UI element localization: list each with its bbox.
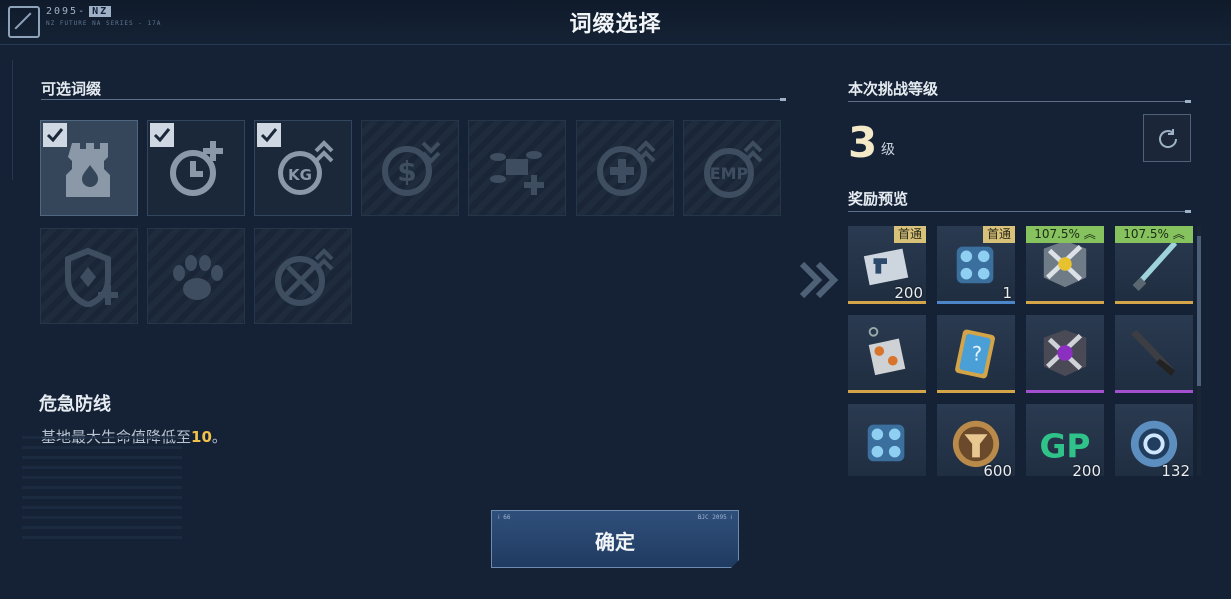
knife-icon bbox=[1132, 240, 1178, 291]
double-chevron-up-icon: ︽ bbox=[1083, 227, 1096, 241]
mystery-card-icon: ? bbox=[955, 329, 995, 379]
confirm-label: 确定 bbox=[595, 530, 635, 554]
rarity-bar bbox=[1026, 390, 1104, 393]
affix-detail-value: 10 bbox=[191, 428, 212, 446]
emp-up-icon: EMP bbox=[704, 140, 763, 198]
reward-count: 600 bbox=[983, 462, 1012, 476]
level-section-divider bbox=[848, 100, 1191, 103]
affix-slot-heal[interactable] bbox=[576, 120, 674, 216]
weight-up-icon: KG bbox=[278, 140, 334, 195]
confirm-button[interactable]: ⅰ 66 BJC 2095 ⅰ 确定 bbox=[491, 510, 739, 568]
affix-slot-clock-plus[interactable] bbox=[147, 120, 245, 216]
reward-item[interactable]: 107.5% ︽ bbox=[1026, 226, 1104, 304]
purple-knife-icon bbox=[1130, 329, 1176, 377]
affix-slot-weight[interactable]: KG bbox=[254, 120, 352, 216]
page-title: 词缀选择 bbox=[569, 12, 662, 37]
rewards-section-title: 奖励预览 bbox=[848, 190, 909, 208]
refresh-icon bbox=[1159, 129, 1178, 148]
rewards-section-divider bbox=[848, 210, 1191, 213]
rarity-bar bbox=[848, 390, 926, 393]
fortress-icon bbox=[66, 143, 110, 197]
core-box-icon bbox=[956, 246, 994, 284]
double-chevron-right-icon bbox=[800, 262, 839, 298]
no-melee-up-icon bbox=[275, 248, 334, 306]
reward-item[interactable]: 600 bbox=[937, 404, 1015, 476]
challenge-level-unit: 级 bbox=[881, 142, 895, 158]
affix-slot-shield[interactable] bbox=[40, 228, 138, 324]
money-down-icon: $ bbox=[382, 141, 441, 196]
clock-plus-icon bbox=[170, 141, 223, 196]
reward-item[interactable] bbox=[848, 315, 926, 393]
first-clear-tag: 首通 bbox=[893, 226, 926, 243]
rarity-bar bbox=[937, 390, 1015, 393]
reward-item[interactable] bbox=[1026, 315, 1104, 393]
svg-text:GP: GP bbox=[1040, 427, 1091, 465]
level-section-title: 本次挑战等级 bbox=[848, 80, 939, 98]
heal-up-icon bbox=[597, 140, 656, 196]
charm-icon bbox=[868, 326, 906, 376]
reward-item[interactable]: 首通 1 bbox=[937, 226, 1015, 304]
svg-text:KG: KG bbox=[288, 166, 312, 184]
affix-slot-emp[interactable]: EMP bbox=[683, 120, 781, 216]
reward-grid: 首通 200 首通 1 107.5% ︽ 107.5% ︽? 600 GP 200 132 bbox=[848, 226, 1194, 476]
affix-slot-money[interactable]: $ bbox=[361, 120, 459, 216]
rarity-bar bbox=[1026, 301, 1104, 304]
svg-text:$: $ bbox=[397, 155, 416, 188]
affix-slot-drone[interactable] bbox=[468, 120, 566, 216]
reward-item[interactable]: 132 bbox=[1115, 404, 1193, 476]
drone-plus-icon bbox=[490, 151, 544, 195]
core-box-icon bbox=[867, 424, 905, 462]
reward-item[interactable]: GP 200 bbox=[1026, 404, 1104, 476]
svg-text:?: ? bbox=[972, 343, 982, 366]
first-clear-tag: 首通 bbox=[982, 226, 1015, 243]
reward-item[interactable]: ? bbox=[937, 315, 1015, 393]
reward-scrollbar-thumb[interactable] bbox=[1197, 236, 1201, 386]
reward-item[interactable] bbox=[1115, 315, 1193, 393]
affix-section-divider bbox=[41, 98, 786, 101]
challenge-level-value: 3 bbox=[848, 118, 878, 167]
refresh-button[interactable] bbox=[1143, 114, 1191, 162]
bonus-percent-tag: 107.5% ︽ bbox=[1026, 226, 1104, 243]
confirm-corner-right: BJC 2095 ⅰ bbox=[697, 514, 732, 521]
hud-decoration bbox=[22, 436, 182, 546]
reward-count: 200 bbox=[894, 284, 923, 302]
rarity-bar bbox=[937, 301, 1015, 304]
reward-count: 132 bbox=[1161, 462, 1190, 476]
rarity-bar bbox=[1115, 301, 1193, 304]
reward-count: 200 bbox=[1072, 462, 1101, 476]
paw-icon bbox=[173, 255, 223, 300]
svg-text:EMP: EMP bbox=[710, 164, 749, 183]
side-decoration bbox=[12, 60, 19, 180]
rarity-bar bbox=[848, 301, 926, 304]
reward-item[interactable] bbox=[848, 404, 926, 476]
reward-item[interactable]: 首通 200 bbox=[848, 226, 926, 304]
affix-section-title: 可选词缀 bbox=[41, 80, 102, 98]
confirm-corner-left: ⅰ 66 bbox=[498, 514, 511, 521]
reward-count: 1 bbox=[1002, 284, 1012, 302]
bonus-percent-tag: 107.5% ︽ bbox=[1115, 226, 1193, 243]
shield-plus-icon bbox=[65, 247, 118, 307]
affix-slot-no-melee[interactable] bbox=[254, 228, 352, 324]
gun-crate-icon bbox=[1043, 240, 1087, 288]
affix-slot-fortress[interactable] bbox=[40, 120, 138, 216]
purple-crate-icon bbox=[1043, 329, 1087, 377]
reward-scrollbar[interactable] bbox=[1197, 226, 1201, 476]
top-bar: 2095- NZ NZ FUTURE NA SERIES - 17A 词缀选择 bbox=[0, 0, 1231, 45]
affix-slot-paw[interactable] bbox=[147, 228, 245, 324]
reward-item[interactable]: 107.5% ︽ bbox=[1115, 226, 1193, 304]
affix-detail-name: 危急防线 bbox=[39, 394, 111, 415]
double-chevron-up-icon: ︽ bbox=[1172, 227, 1185, 241]
rarity-bar bbox=[1115, 390, 1193, 393]
